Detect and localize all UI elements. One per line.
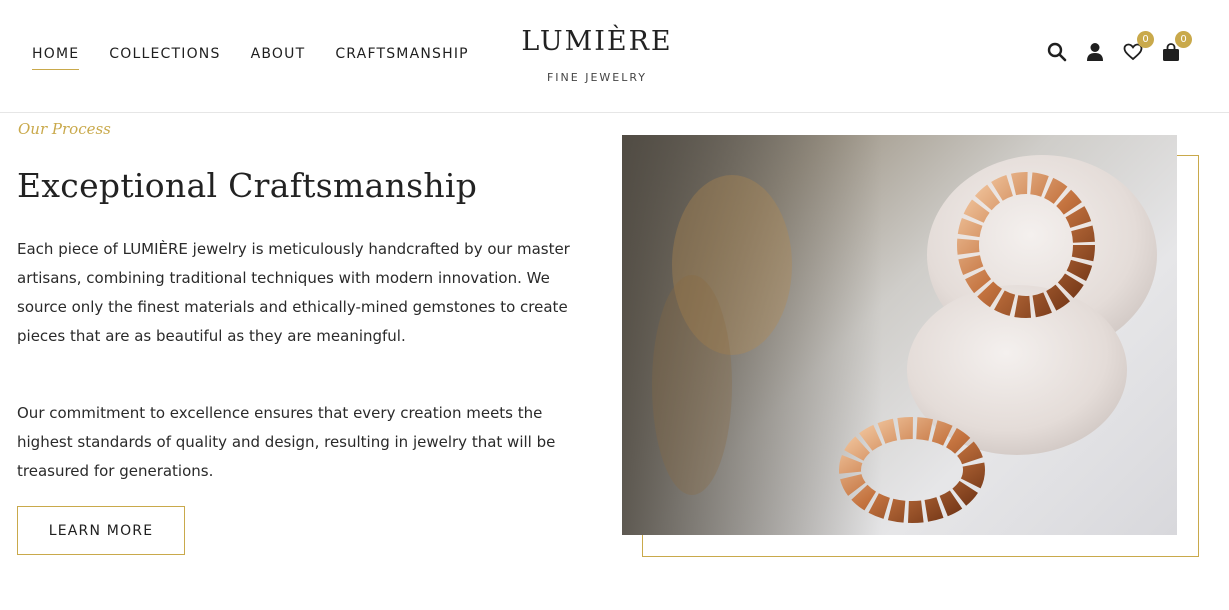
header-icons: 0 0 [1046, 31, 1192, 64]
cart-button[interactable]: 0 [1160, 31, 1192, 64]
brand-tagline: FINE JEWELRY [546, 71, 648, 84]
nav-home[interactable]: HOME [32, 46, 80, 70]
brand-logo[interactable]: LUMIÈRE FINE JEWELRY [519, 26, 675, 84]
learn-more-button[interactable]: LEARN MORE [17, 506, 185, 555]
site-header: HOME COLLECTIONS ABOUT CRAFTSMANSHIP LUM… [0, 0, 1229, 113]
nav-craftsmanship[interactable]: CRAFTSMANSHIP [335, 46, 468, 68]
wishlist-button[interactable]: 0 [1122, 31, 1154, 64]
craftsmanship-photo [622, 135, 1177, 535]
account-button[interactable] [1084, 40, 1106, 64]
user-icon [1087, 43, 1103, 61]
main-nav: HOME COLLECTIONS ABOUT CRAFTSMANSHIP [32, 46, 469, 70]
search-icon [1047, 42, 1067, 62]
search-button[interactable] [1046, 40, 1068, 64]
section-title: Exceptional Craftsmanship [17, 166, 478, 205]
nav-about[interactable]: ABOUT [251, 46, 306, 68]
cart-count-badge: 0 [1175, 31, 1192, 48]
section-paragraph-1: Each piece of LUMIÈRE jewelry is meticul… [17, 240, 570, 345]
section-paragraph-2: Our commitment to excellence ensures tha… [17, 404, 556, 480]
earrings-illustration [622, 135, 1157, 535]
brand-name: LUMIÈRE [521, 26, 673, 57]
section-eyebrow: Our Process [18, 120, 111, 138]
nav-collections[interactable]: COLLECTIONS [109, 46, 220, 68]
wishlist-count-badge: 0 [1137, 31, 1154, 48]
